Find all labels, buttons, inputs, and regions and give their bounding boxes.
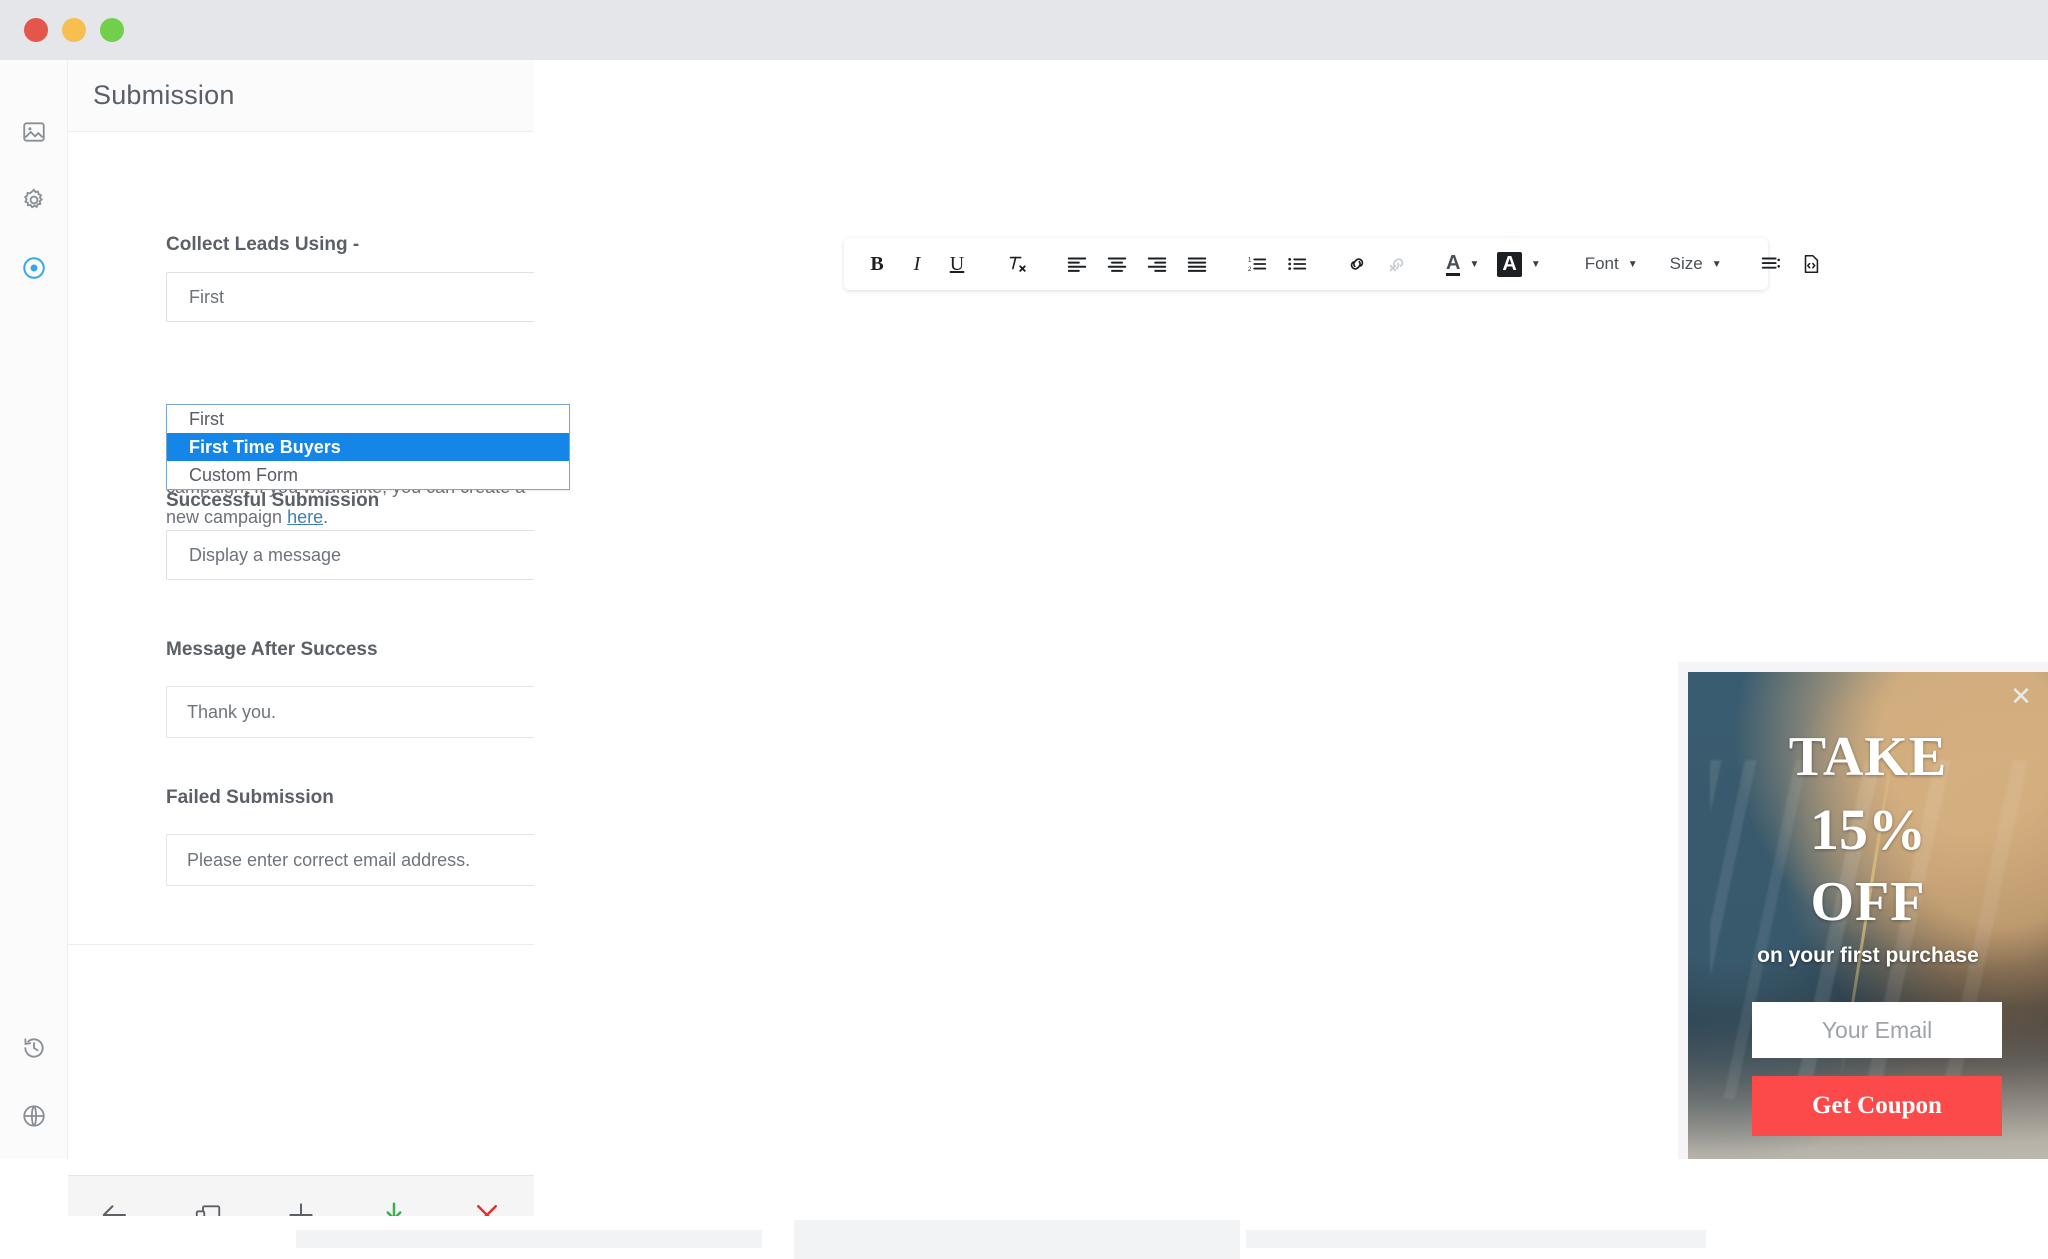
close-window-button[interactable]: [24, 18, 48, 42]
underline-icon[interactable]: U: [938, 245, 976, 283]
maximize-window-button[interactable]: [100, 18, 124, 42]
coupon-popup-preview: ✕ TAKE 15% OFF on your first purchase Yo…: [1678, 662, 2048, 1159]
sidebar-item-history[interactable]: [0, 1020, 68, 1076]
popup-close-icon[interactable]: ✕: [2008, 683, 2034, 710]
font-size-dropdown[interactable]: Size ▼: [1662, 245, 1730, 283]
collect-leads-label: Collect Leads Using -: [166, 234, 360, 255]
popup-email-input[interactable]: Your Email: [1752, 1002, 2002, 1058]
history-icon: [21, 1035, 47, 1061]
chevron-down-icon: ▼: [1469, 258, 1480, 270]
failed-submission-value: Please enter correct email address.: [187, 849, 471, 870]
page-title: Submission: [93, 80, 235, 110]
target-icon: [21, 255, 47, 281]
popup-headline-line2: 15%: [1810, 797, 1926, 862]
svg-text:1: 1: [1248, 257, 1252, 264]
font-family-dropdown[interactable]: Font ▼: [1577, 245, 1646, 283]
submission-panel: Submission Collect Leads Using - First ▼…: [68, 60, 570, 1159]
sidebar-item-image[interactable]: [0, 104, 68, 160]
successful-submission-label: Successful Submission: [166, 490, 380, 511]
panel-body: Collect Leads Using - First ▼ First Firs…: [68, 132, 570, 1159]
skeleton-block: [296, 1230, 762, 1248]
popup-headline-line1: TAKE: [1788, 726, 1948, 788]
font-size-label: Size: [1669, 254, 1703, 273]
skeleton-block: [1246, 1230, 1706, 1248]
window-titlebar: [0, 0, 2048, 60]
align-left-icon[interactable]: [1058, 245, 1096, 283]
collect-leads-select[interactable]: First ▼: [166, 272, 570, 322]
skeleton-block: [794, 1220, 1240, 1259]
dropdown-option-first[interactable]: First: [167, 405, 569, 433]
dropdown-option-custom-form[interactable]: Custom Form: [167, 461, 569, 489]
popup-headline: TAKE 15% OFF: [1688, 720, 2048, 938]
gear-icon: [21, 187, 47, 213]
collect-leads-dropdown[interactable]: First First Time Buyers Custom Form: [166, 404, 570, 490]
successful-submission-select[interactable]: Display a message ▼: [166, 530, 570, 580]
dropdown-option-first-time-buyers[interactable]: First Time Buyers: [167, 433, 569, 461]
unlink-icon[interactable]: [1378, 245, 1416, 283]
message-after-success-label: Message After Success: [166, 639, 378, 660]
bold-icon[interactable]: B: [858, 245, 896, 283]
chevron-down-icon: ▼: [1530, 258, 1541, 270]
popup-subtext: on your first purchase: [1757, 944, 1979, 967]
italic-icon[interactable]: I: [898, 245, 936, 283]
align-right-icon[interactable]: [1138, 245, 1176, 283]
successful-submission-value: Display a message: [189, 544, 342, 565]
sidebar-item-language[interactable]: [0, 1088, 68, 1144]
background-color-icon: A: [1497, 251, 1522, 277]
left-icon-rail: [0, 60, 68, 1159]
rich-text-toolbar: B I U 1 2 A ▼ A ▼ Font ▼ Size ▼: [844, 238, 1818, 290]
line-height-icon[interactable]: [1752, 245, 1790, 283]
align-justify-icon[interactable]: [1178, 245, 1216, 283]
failed-submission-label: Failed Submission: [166, 787, 334, 808]
link-icon[interactable]: [1338, 245, 1376, 283]
minimize-window-button[interactable]: [62, 18, 86, 42]
coupon-popup: ✕ TAKE 15% OFF on your first purchase Yo…: [1688, 672, 2048, 1159]
popup-email-placeholder: Your Email: [1821, 1016, 1933, 1043]
text-color-button[interactable]: A ▼: [1438, 245, 1487, 283]
sidebar-item-targeting[interactable]: [0, 240, 68, 296]
chevron-down-icon: ▼: [1711, 258, 1722, 270]
text-color-icon: A: [1446, 251, 1461, 276]
message-after-success-input[interactable]: Thank you.: [166, 686, 570, 738]
message-after-success-value: Thank you.: [187, 701, 277, 722]
ordered-list-icon[interactable]: 1 2: [1238, 245, 1276, 283]
failed-submission-input[interactable]: Please enter correct email address.: [166, 834, 570, 886]
align-center-icon[interactable]: [1098, 245, 1136, 283]
collect-leads-value: First: [189, 286, 224, 307]
sidebar-item-settings[interactable]: [0, 172, 68, 228]
get-coupon-label: Get Coupon: [1812, 1092, 1942, 1119]
unordered-list-icon[interactable]: [1278, 245, 1316, 283]
app-window: Submission Collect Leads Using - First ▼…: [0, 0, 2048, 1259]
panel-divider: [68, 944, 534, 945]
image-icon: [21, 119, 47, 145]
svg-text:2: 2: [1248, 266, 1252, 273]
traffic-lights: [24, 18, 124, 42]
page-skeleton-strip: [0, 1216, 2048, 1259]
popup-headline-line3: OFF: [1810, 871, 1926, 933]
panel-header: Submission: [68, 60, 534, 132]
globe-icon: [21, 1103, 47, 1129]
remove-format-icon[interactable]: [998, 245, 1036, 283]
editor-stage: B I U 1 2 A ▼ A ▼ Font ▼ Size ▼ ✕ TAKE 1…: [534, 60, 2048, 1159]
source-code-icon[interactable]: [1792, 245, 1830, 283]
font-family-label: Font: [1584, 254, 1619, 273]
background-color-button[interactable]: A ▼: [1489, 245, 1548, 283]
chevron-down-icon: ▼: [1627, 258, 1638, 270]
get-coupon-button[interactable]: Get Coupon: [1752, 1076, 2002, 1136]
